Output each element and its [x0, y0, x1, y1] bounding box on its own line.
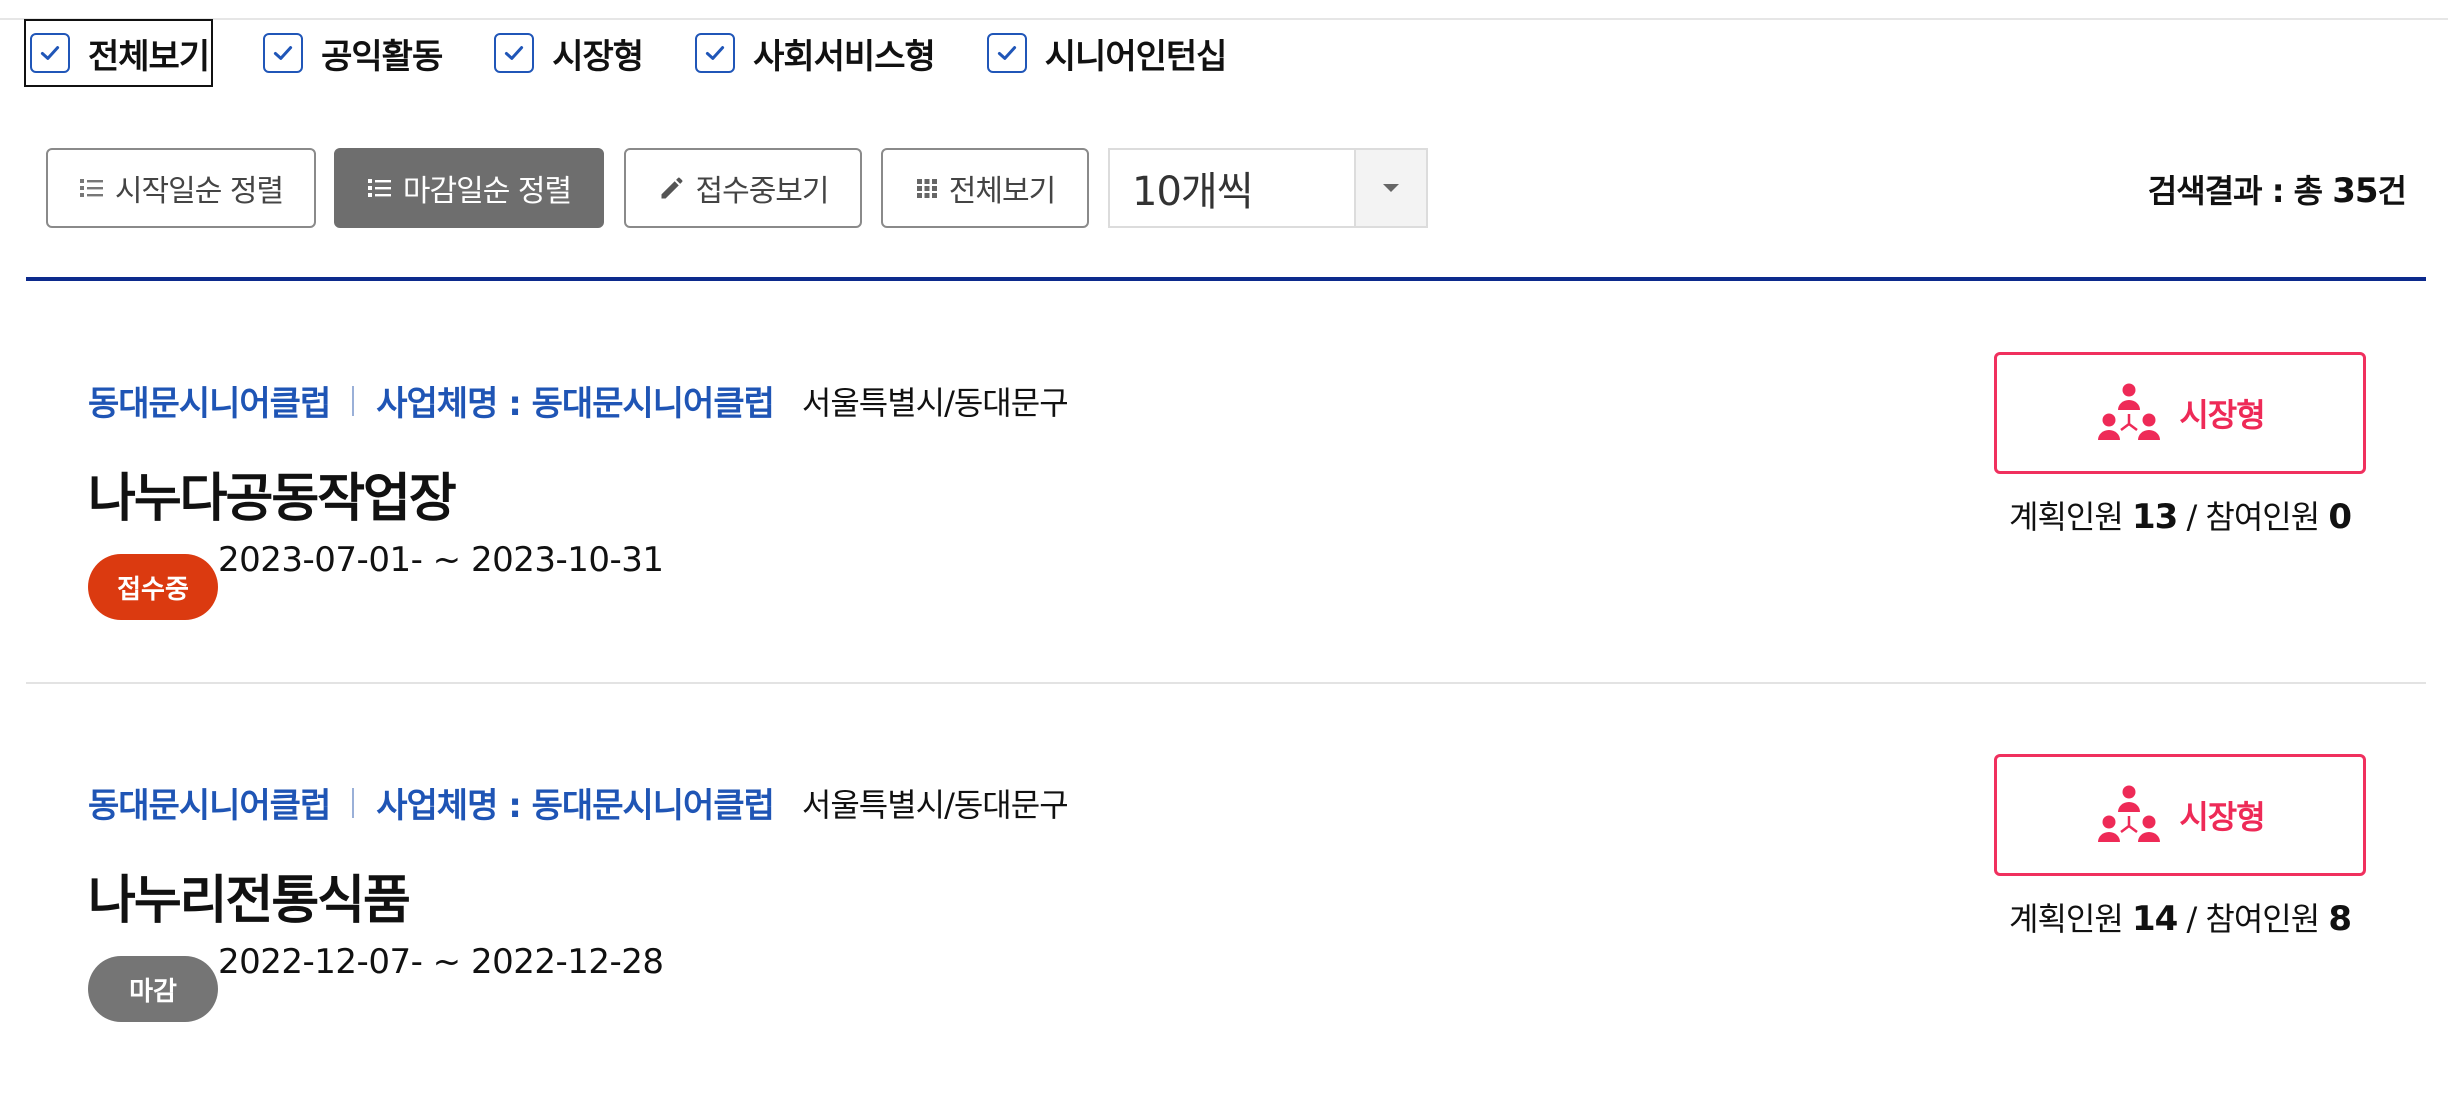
- checkbox-checked-icon[interactable]: [30, 33, 70, 73]
- view-open-button[interactable]: 접수중보기: [624, 148, 862, 228]
- grid-icon: [915, 176, 939, 200]
- item-meta: 동대문시니어클럽 사업체명 : 동대문시니어클럽 서울특별시/동대문구: [88, 778, 1069, 827]
- participants-count: 8: [2328, 899, 2352, 939]
- sort-by-deadline-button[interactable]: 마감일순 정렬: [334, 148, 604, 228]
- filter-label: 사회서비스형: [753, 36, 936, 77]
- program-type-filters: 전체보기 공익활동 시장형 사회서비스형 시니어인턴십: [23, 19, 1274, 87]
- checkbox-checked-icon[interactable]: [263, 33, 304, 73]
- pencil-icon: [658, 174, 686, 202]
- meta-separator: [352, 787, 355, 818]
- filter-label: 공익활동: [321, 36, 443, 77]
- status-badge: 접수중: [88, 554, 218, 620]
- organization-link[interactable]: 동대문시니어클럽: [88, 778, 331, 827]
- business-name: 사업체명 : 동대문시니어클럽: [376, 786, 775, 826]
- job-title[interactable]: 나누다공동작업장: [88, 456, 457, 531]
- sort-by-deadline-label: 마감일순 정렬: [402, 174, 572, 209]
- list-icon: [367, 176, 393, 200]
- planned-count: 13: [2131, 497, 2178, 537]
- filter-public-activity[interactable]: 공익활동: [259, 21, 443, 85]
- chevron-down-icon[interactable]: [1354, 150, 1426, 226]
- status-badge: 마감: [88, 956, 218, 1022]
- job-list-item[interactable]: 동대문시니어클럽 사업체명 : 동대문시니어클럽 서울특별시/동대문구 나누리전…: [26, 708, 2426, 1108]
- filter-market-type[interactable]: 시장형: [490, 21, 644, 85]
- recruit-period: 2022-12-07- ~ 2022-12-28: [218, 942, 664, 982]
- meta-separator: [352, 385, 355, 416]
- list-header-divider: [26, 277, 2426, 281]
- recruit-period: 2023-07-01- ~ 2023-10-31: [218, 540, 664, 580]
- checkbox-checked-icon[interactable]: [695, 33, 736, 73]
- view-all-button[interactable]: 전체보기: [881, 148, 1089, 228]
- headcount: 계획인원 14 / 참여인원 8: [2009, 899, 2352, 939]
- group-people-icon: [2095, 382, 2163, 444]
- sort-by-start-button[interactable]: 시작일순 정렬: [46, 148, 316, 228]
- job-list-item[interactable]: 동대문시니어클럽 사업체명 : 동대문시니어클럽 서울특별시/동대문구 나누다공…: [26, 306, 2426, 706]
- participants-label: 참여인원: [2205, 900, 2320, 938]
- organization-link[interactable]: 동대문시니어클럽: [88, 376, 331, 425]
- checkbox-checked-icon[interactable]: [494, 33, 535, 73]
- checkbox-checked-icon[interactable]: [986, 33, 1027, 73]
- group-people-icon: [2095, 784, 2163, 846]
- filter-senior-internship[interactable]: 시니어인턴십: [983, 21, 1227, 85]
- search-result-count: 검색결과 : 총 35건: [2147, 166, 2407, 212]
- business-name: 사업체명 : 동대문시니어클럽: [376, 384, 775, 424]
- program-type-label: 시장형: [2179, 396, 2265, 434]
- planned-label: 계획인원: [2009, 498, 2124, 536]
- view-all-label: 전체보기: [948, 174, 1056, 209]
- filter-social-service[interactable]: 사회서비스형: [691, 21, 936, 85]
- result-count: 35: [2332, 171, 2378, 211]
- view-open-label: 접수중보기: [695, 174, 830, 209]
- sort-by-start-label: 시작일순 정렬: [114, 174, 284, 209]
- filter-label: 전체보기: [88, 36, 210, 77]
- filter-label: 시장형: [552, 36, 644, 77]
- page-size-value: 10개씩: [1132, 169, 1254, 215]
- program-type-label: 시장형: [2179, 798, 2265, 836]
- filter-all[interactable]: 전체보기: [23, 19, 214, 87]
- result-suffix: 건: [2377, 172, 2407, 210]
- program-type-box: 시장형: [1994, 352, 2366, 474]
- list-icon: [79, 176, 105, 200]
- filter-label: 시니어인턴십: [1044, 36, 1228, 77]
- headcount: 계획인원 13 / 참여인원 0: [2009, 497, 2352, 537]
- region: 서울특별시/동대문구: [801, 785, 1069, 824]
- planned-count: 14: [2131, 899, 2178, 939]
- planned-label: 계획인원: [2009, 900, 2124, 938]
- region: 서울특별시/동대문구: [801, 383, 1069, 422]
- item-divider: [26, 682, 2426, 684]
- program-type-box: 시장형: [1994, 754, 2366, 876]
- page-size-select[interactable]: 10개씩: [1108, 148, 1428, 228]
- participants-label: 참여인원: [2205, 498, 2320, 536]
- item-meta: 동대문시니어클럽 사업체명 : 동대문시니어클럽 서울특별시/동대문구: [88, 376, 1069, 425]
- participants-count: 0: [2328, 497, 2352, 537]
- result-prefix: 검색결과 : 총: [2147, 172, 2323, 210]
- job-title[interactable]: 나누리전통식품: [88, 858, 411, 933]
